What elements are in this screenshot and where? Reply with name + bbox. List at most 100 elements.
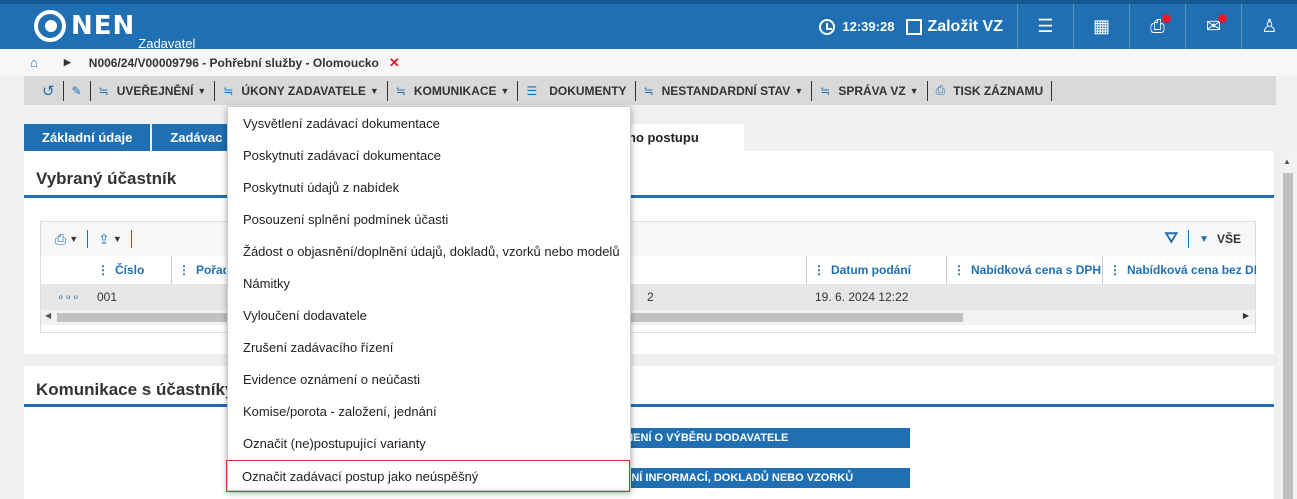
menu-icon[interactable]: ☰ (1017, 4, 1073, 49)
horizontal-scrollbar[interactable]: ◀ ▶ (41, 310, 1255, 325)
inbox-icon[interactable]: ⎙ (1129, 4, 1185, 49)
menu-dokumenty[interactable]: ☰ DOKUMENTY (518, 80, 636, 101)
refresh-button[interactable]: ↺ (34, 80, 64, 101)
logo-text: NEN (71, 11, 136, 41)
pencil-icon: ✎ (71, 83, 82, 98)
nen-logo[interactable]: NEN Zadavatel (34, 10, 195, 51)
print-button[interactable]: ⎙ ▼ (55, 230, 89, 248)
column-label: Datum podání (831, 263, 911, 277)
scroll-right-icon[interactable]: ▶ (1243, 311, 1249, 320)
menu-item-poskytnuti-udaju[interactable]: Poskytnutí údajů z nabídek (228, 171, 630, 203)
list-arrow-icon: ≒ (820, 83, 831, 98)
filter-icon[interactable]: ⛛ (1165, 230, 1190, 248)
mail-icon[interactable]: ✉ (1185, 4, 1241, 49)
document-icon: ☰ (526, 83, 538, 98)
caret-down-icon: ▼ (794, 85, 804, 96)
list-arrow-icon: ≒ (223, 83, 234, 98)
caret-down-icon: ▼ (909, 85, 919, 96)
cell-cislo: 001 (97, 290, 118, 304)
list-arrow-icon: ≒ (643, 83, 654, 98)
table-row[interactable]: ∘∘∘ 001 2 19. 6. 2024 12:22 (41, 284, 1255, 310)
edit-button[interactable]: ✎ (64, 80, 91, 101)
menu-sprava-vz[interactable]: ≒ SPRÁVA VZ ▼ (812, 80, 928, 101)
caret-down-icon: ▼ (500, 85, 510, 96)
communication-action-button[interactable]: MENÍ O VÝBĚRU DODAVATELE (624, 428, 910, 448)
menu-item-evidence-neucasti[interactable]: Evidence oznámení o neúčasti (228, 363, 630, 395)
menu-item-zruseni-rizeni[interactable]: Zrušení zadávacího řízení (228, 331, 630, 363)
notification-badge (1162, 14, 1171, 23)
breadcrumb-current[interactable]: N006/24/V00009796 - Pohřební služby - Ol… (89, 56, 379, 70)
menu-ukony-zadavatele[interactable]: ≒ ÚKONY ZADAVATELE ▼ (215, 80, 388, 101)
column-header-cislo[interactable]: ⋮ Číslo (91, 256, 166, 284)
grid-toolbar: ⎙ ▼ ⇪ ▼ ⛛ ▼ VŠE (41, 222, 1255, 256)
user-icon[interactable]: ♙ (1241, 4, 1297, 49)
participant-grid: ⎙▼ ⇪▼ ⛛ ▼ VŠE ⋮ Číslo ⋮Pořadí ⋮ Datum podá… (40, 221, 1256, 333)
create-vz-label: Založit VZ (927, 17, 1003, 35)
export-button[interactable]: ⇪ ▼ (98, 230, 132, 248)
menu-label: DOKUMENTY (549, 83, 627, 98)
list-arrow-icon: ≒ (395, 83, 406, 98)
header-actions: 12:39:28 Založit VZ ☰ ▦ ⎙ ✉ ♙ (819, 4, 1297, 49)
home-icon[interactable]: ⌂ (30, 55, 38, 70)
clock-icon (819, 18, 836, 35)
grid-header: ⋮ Číslo ⋮ Pořadí ⋮ Datum podání ⋮ Nabídková … (41, 256, 1256, 284)
ukony-zadavatele-dropdown: Vysvětlení zadávací dokumentace Poskytnu… (226, 106, 631, 492)
top-bar: NEN Zadavatel 12:39:28 Založit VZ ☰ ▦ ⎙ … (0, 0, 1297, 51)
menu-label: UVEŘEJNĚNÍ (116, 83, 194, 98)
menu-nestandardni-stav[interactable]: ≒ NESTANDARDNÍ STAV ▼ (636, 80, 813, 101)
menu-item-vylouceni-dodavatele[interactable]: Vyloučení dodavatele (228, 299, 630, 331)
column-label: Nabídková cena s DPH (971, 263, 1102, 277)
printer-icon: ⎙ (935, 83, 946, 97)
filter-value[interactable]: VŠE (1217, 232, 1241, 246)
clock-time: 12:39:28 (842, 19, 895, 34)
menu-item-zadost-o-objasneni[interactable]: Žádost o objasnění/doplnění údajů, dokla… (228, 235, 630, 267)
menu-item-namitky[interactable]: Námitky (228, 267, 630, 299)
panel-title: Komunikace s účastníky (36, 380, 235, 399)
menu-komunikace[interactable]: ≒ KOMUNIKACE ▼ (388, 80, 519, 101)
calculator-icon[interactable]: ▦ (1073, 4, 1129, 49)
menu-label: ÚKONY ZADAVATELE (241, 83, 366, 98)
menu-uverejneni[interactable]: ≒ UVEŘEJNĚNÍ ▼ (91, 80, 216, 101)
column-menu-icon: ⋮ (1109, 263, 1121, 277)
list-arrow-icon: ≒ (98, 83, 109, 98)
column-menu-icon: ⋮ (953, 263, 965, 277)
caret-down-icon: ▼ (112, 234, 122, 244)
create-vz-button[interactable]: Založit VZ (906, 18, 1003, 36)
selected-participant-panel: Vybraný účastník ⎙ ▼ ⇪ ▼ ⛛ ▼ VŠE ⋮ Číslo ⋮ P… (24, 151, 1274, 354)
communication-panel: Komunikace s účastníky MENÍ O VÝBĚRU DOD… (24, 366, 1274, 499)
scrollbar-thumb[interactable] (1283, 173, 1293, 499)
menu-item-vysvetleni-zd[interactable]: Vysvětlení zadávací dokumentace (228, 107, 630, 139)
column-label: Nabídková cena bez DPH (1127, 263, 1256, 277)
column-menu-icon: ⋮ (97, 263, 109, 277)
menu-item-postupujici-varianty[interactable]: Označit (ne)postupující varianty (228, 427, 630, 459)
caret-down-icon[interactable]: ▼ (1199, 234, 1209, 245)
column-header-poradi[interactable]: ⋮ Pořadí (171, 256, 226, 284)
column-menu-icon: ⋮ (813, 263, 825, 277)
divider (24, 404, 1274, 407)
menu-item-poskytnuti-zd[interactable]: Poskytnutí zadávací dokumentace (228, 139, 630, 171)
menu-tisk-zaznamu[interactable]: ⎙ TISK ZÁZNAMU (928, 80, 1053, 101)
caret-down-icon: ▼ (369, 85, 379, 96)
close-icon[interactable]: ✕ (389, 55, 400, 71)
scroll-up-icon[interactable]: ▲ (1283, 157, 1291, 166)
breadcrumb: ⌂ ▶ N006/24/V00009796 - Pohřební služby … (0, 49, 1297, 76)
divider (24, 195, 1274, 198)
row-menu-icon[interactable]: ∘∘∘ (57, 284, 80, 310)
column-label: Číslo (115, 263, 145, 277)
scroll-left-icon[interactable]: ◀ (45, 311, 51, 320)
menu-item-posouzeni-podminek[interactable]: Posouzení splnění podmínek účasti (228, 203, 630, 235)
panel-title: Vybraný účastník (36, 169, 177, 188)
menu-item-neuspesny-postup[interactable]: Označit zadávací postup jako neúspěšný (226, 460, 630, 492)
column-header-datum-podani[interactable]: ⋮ Datum podání (806, 256, 946, 284)
caret-down-icon: ▼ (197, 85, 207, 96)
column-menu-icon: ⋮ (178, 263, 190, 277)
edit-icon (906, 18, 923, 35)
column-header-cena-bez-dph[interactable]: ⋮ Nabídková cena bez DPH (1102, 256, 1256, 284)
communication-action-button[interactable]: ENÍ INFORMACÍ, DOKLADŮ NEBO VZORKŮ (624, 468, 910, 488)
column-header-cena-s-dph[interactable]: ⋮ Nabídková cena s DPH (946, 256, 1102, 284)
menu-label: TISK ZÁZNAMU (953, 83, 1044, 98)
menu-item-komise-porota[interactable]: Komise/porota - založení, jednání (228, 395, 630, 427)
tab-zakladni-udaje[interactable]: Základní údaje (24, 124, 151, 151)
menu-label: SPRÁVA VZ (838, 83, 906, 98)
vertical-scrollbar[interactable]: ▲ (1279, 151, 1297, 499)
